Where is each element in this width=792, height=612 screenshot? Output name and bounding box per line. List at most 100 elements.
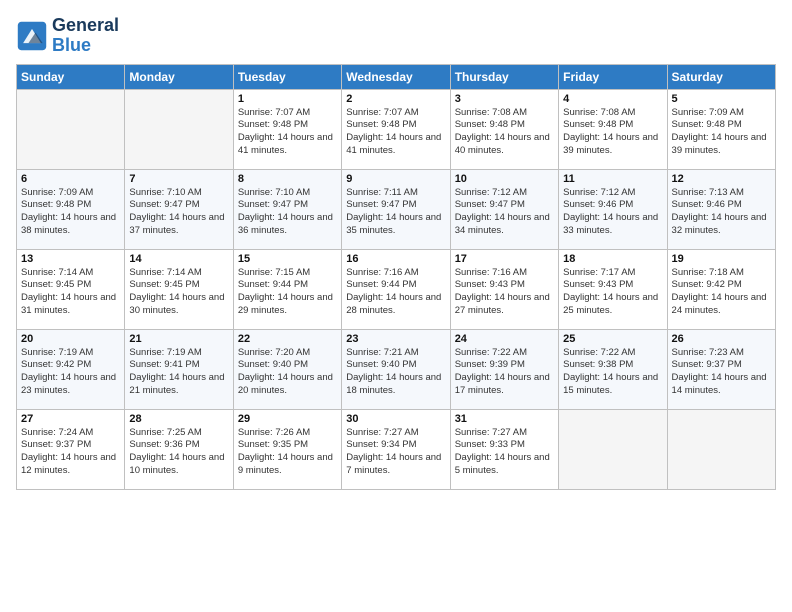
calendar-day-cell (17, 89, 125, 169)
logo: General Blue (16, 16, 119, 56)
day-number: 29 (238, 413, 337, 425)
calendar-week-row: 1 Sunrise: 7:07 AM Sunset: 9:48 PM Daylig… (17, 89, 776, 169)
calendar-week-row: 6 Sunrise: 7:09 AM Sunset: 9:48 PM Daylig… (17, 169, 776, 249)
day-number: 14 (129, 253, 228, 265)
weekday-header: Thursday (450, 64, 558, 89)
day-number: 15 (238, 253, 337, 265)
calendar-day-cell: 15 Sunrise: 7:15 AM Sunset: 9:44 PM Dayli… (233, 249, 341, 329)
day-number: 27 (21, 413, 120, 425)
day-info: Sunrise: 7:19 AM Sunset: 9:41 PM Dayligh… (129, 347, 228, 398)
calendar-day-cell: 16 Sunrise: 7:16 AM Sunset: 9:44 PM Dayli… (342, 249, 450, 329)
calendar-day-cell: 31 Sunrise: 7:27 AM Sunset: 9:33 PM Dayli… (450, 409, 558, 489)
day-info: Sunrise: 7:08 AM Sunset: 9:48 PM Dayligh… (563, 107, 662, 158)
day-info: Sunrise: 7:22 AM Sunset: 9:39 PM Dayligh… (455, 347, 554, 398)
calendar-week-row: 13Sunrise: 7:14 AM Sunset: 9:45 PM Dayli… (17, 249, 776, 329)
day-number: 2 (346, 93, 445, 105)
weekday-header: Monday (125, 64, 233, 89)
calendar-day-cell: 14Sunrise: 7:14 AM Sunset: 9:45 PM Dayli… (125, 249, 233, 329)
calendar-day-cell: 23 Sunrise: 7:21 AM Sunset: 9:40 PM Dayli… (342, 329, 450, 409)
page-header: General Blue (16, 16, 776, 56)
calendar-day-cell: 26Sunrise: 7:23 AM Sunset: 9:37 PM Dayli… (667, 329, 775, 409)
day-number: 20 (21, 333, 120, 345)
day-number: 30 (346, 413, 445, 425)
calendar-day-cell: 11 Sunrise: 7:12 AM Sunset: 9:46 PM Dayli… (559, 169, 667, 249)
calendar-day-cell: 1 Sunrise: 7:07 AM Sunset: 9:48 PM Daylig… (233, 89, 341, 169)
day-number: 7 (129, 173, 228, 185)
day-info: Sunrise: 7:24 AM Sunset: 9:37 PM Dayligh… (21, 427, 120, 478)
calendar-day-cell: 9 Sunrise: 7:11 AM Sunset: 9:47 PM Daylig… (342, 169, 450, 249)
day-number: 23 (346, 333, 445, 345)
weekday-header: Friday (559, 64, 667, 89)
day-number: 31 (455, 413, 554, 425)
calendar-day-cell (559, 409, 667, 489)
day-info: Sunrise: 7:10 AM Sunset: 9:47 PM Dayligh… (238, 187, 337, 238)
calendar-day-cell: 10 Sunrise: 7:12 AM Sunset: 9:47 PM Dayli… (450, 169, 558, 249)
calendar-day-cell: 24 Sunrise: 7:22 AM Sunset: 9:39 PM Dayli… (450, 329, 558, 409)
day-info: Sunrise: 7:11 AM Sunset: 9:47 PM Dayligh… (346, 187, 445, 238)
calendar-week-row: 27 Sunrise: 7:24 AM Sunset: 9:37 PM Dayli… (17, 409, 776, 489)
day-info: Sunrise: 7:21 AM Sunset: 9:40 PM Dayligh… (346, 347, 445, 398)
day-number: 25 (563, 333, 662, 345)
calendar-day-cell: 28Sunrise: 7:25 AM Sunset: 9:36 PM Dayli… (125, 409, 233, 489)
day-number: 3 (455, 93, 554, 105)
weekday-header: Saturday (667, 64, 775, 89)
day-info: Sunrise: 7:10 AM Sunset: 9:47 PM Dayligh… (129, 187, 228, 238)
day-number: 22 (238, 333, 337, 345)
calendar-day-cell: 12 Sunrise: 7:13 AM Sunset: 9:46 PM Dayli… (667, 169, 775, 249)
day-info: Sunrise: 7:20 AM Sunset: 9:40 PM Dayligh… (238, 347, 337, 398)
day-info: Sunrise: 7:13 AM Sunset: 9:46 PM Dayligh… (672, 187, 771, 238)
day-info: Sunrise: 7:16 AM Sunset: 9:44 PM Dayligh… (346, 267, 445, 318)
calendar-day-cell: 13Sunrise: 7:14 AM Sunset: 9:45 PM Dayli… (17, 249, 125, 329)
calendar-day-cell: 19Sunrise: 7:18 AM Sunset: 9:42 PM Dayli… (667, 249, 775, 329)
day-info: Sunrise: 7:18 AM Sunset: 9:42 PM Dayligh… (672, 267, 771, 318)
day-number: 11 (563, 173, 662, 185)
day-info: Sunrise: 7:12 AM Sunset: 9:46 PM Dayligh… (563, 187, 662, 238)
day-number: 21 (129, 333, 228, 345)
calendar-day-cell: 4 Sunrise: 7:08 AM Sunset: 9:48 PM Daylig… (559, 89, 667, 169)
calendar-day-cell: 21 Sunrise: 7:19 AM Sunset: 9:41 PM Dayli… (125, 329, 233, 409)
day-number: 13 (21, 253, 120, 265)
logo-icon (16, 20, 48, 52)
calendar-day-cell: 2 Sunrise: 7:07 AM Sunset: 9:48 PM Daylig… (342, 89, 450, 169)
calendar-day-cell: 29 Sunrise: 7:26 AM Sunset: 9:35 PM Dayli… (233, 409, 341, 489)
day-info: Sunrise: 7:26 AM Sunset: 9:35 PM Dayligh… (238, 427, 337, 478)
weekday-header: Wednesday (342, 64, 450, 89)
day-number: 24 (455, 333, 554, 345)
day-number: 18 (563, 253, 662, 265)
day-number: 26 (672, 333, 771, 345)
day-info: Sunrise: 7:15 AM Sunset: 9:44 PM Dayligh… (238, 267, 337, 318)
calendar-header-row: SundayMondayTuesdayWednesdayThursdayFrid… (17, 64, 776, 89)
day-info: Sunrise: 7:19 AM Sunset: 9:42 PM Dayligh… (21, 347, 120, 398)
day-number: 8 (238, 173, 337, 185)
calendar-day-cell: 17Sunrise: 7:16 AM Sunset: 9:43 PM Dayli… (450, 249, 558, 329)
calendar-day-cell: 3Sunrise: 7:08 AM Sunset: 9:48 PM Daylig… (450, 89, 558, 169)
logo-text: General Blue (52, 16, 119, 56)
calendar-day-cell: 18Sunrise: 7:17 AM Sunset: 9:43 PM Dayli… (559, 249, 667, 329)
calendar-week-row: 20 Sunrise: 7:19 AM Sunset: 9:42 PM Dayli… (17, 329, 776, 409)
calendar-day-cell: 30 Sunrise: 7:27 AM Sunset: 9:34 PM Dayli… (342, 409, 450, 489)
calendar-day-cell: 22 Sunrise: 7:20 AM Sunset: 9:40 PM Dayli… (233, 329, 341, 409)
day-info: Sunrise: 7:12 AM Sunset: 9:47 PM Dayligh… (455, 187, 554, 238)
day-number: 9 (346, 173, 445, 185)
day-info: Sunrise: 7:09 AM Sunset: 9:48 PM Dayligh… (672, 107, 771, 158)
day-info: Sunrise: 7:16 AM Sunset: 9:43 PM Dayligh… (455, 267, 554, 318)
day-info: Sunrise: 7:07 AM Sunset: 9:48 PM Dayligh… (238, 107, 337, 158)
calendar-table: SundayMondayTuesdayWednesdayThursdayFrid… (16, 64, 776, 490)
calendar-day-cell (667, 409, 775, 489)
calendar-day-cell: 6 Sunrise: 7:09 AM Sunset: 9:48 PM Daylig… (17, 169, 125, 249)
day-info: Sunrise: 7:09 AM Sunset: 9:48 PM Dayligh… (21, 187, 120, 238)
day-number: 12 (672, 173, 771, 185)
day-info: Sunrise: 7:27 AM Sunset: 9:34 PM Dayligh… (346, 427, 445, 478)
weekday-header: Sunday (17, 64, 125, 89)
day-number: 4 (563, 93, 662, 105)
calendar-day-cell: 25 Sunrise: 7:22 AM Sunset: 9:38 PM Dayli… (559, 329, 667, 409)
calendar-day-cell: 5Sunrise: 7:09 AM Sunset: 9:48 PM Daylig… (667, 89, 775, 169)
day-number: 10 (455, 173, 554, 185)
day-number: 6 (21, 173, 120, 185)
weekday-header: Tuesday (233, 64, 341, 89)
day-info: Sunrise: 7:22 AM Sunset: 9:38 PM Dayligh… (563, 347, 662, 398)
day-number: 1 (238, 93, 337, 105)
day-info: Sunrise: 7:27 AM Sunset: 9:33 PM Dayligh… (455, 427, 554, 478)
day-number: 16 (346, 253, 445, 265)
day-info: Sunrise: 7:07 AM Sunset: 9:48 PM Dayligh… (346, 107, 445, 158)
